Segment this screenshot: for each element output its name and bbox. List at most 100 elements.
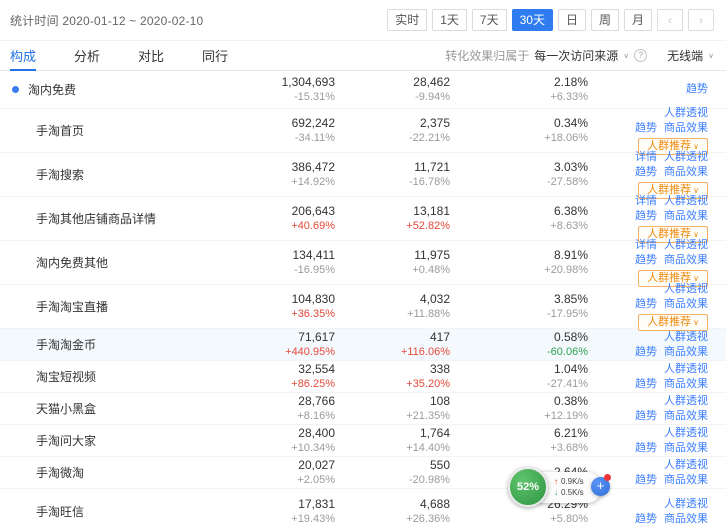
trend-link[interactable]: 趋势 [635, 442, 657, 454]
trend-link[interactable]: 趋势 [635, 298, 657, 310]
product-effect-link[interactable]: 商品效果 [664, 298, 708, 310]
audience-insight-link[interactable]: 人群透视 [664, 363, 708, 375]
col1-value: 17,831 [190, 497, 335, 511]
table-row: 淘内免费其他134,411-16.95%11,975+0.48%8.91%+20… [0, 241, 726, 285]
detail-link[interactable]: 详情 [635, 195, 657, 207]
help-icon[interactable]: ? [634, 49, 647, 62]
audience-insight-link[interactable]: 人群透视 [664, 331, 708, 343]
col2-cell: 11,721-16.78% [335, 160, 450, 189]
col2-change: +11.88% [335, 307, 450, 321]
col1-change: +40.69% [190, 219, 335, 233]
source-name-cell: 淘宝短视频 [0, 368, 190, 385]
trend-link[interactable]: 趋势 [686, 83, 708, 95]
tab-peers[interactable]: 同行 [202, 41, 228, 71]
col2-change: +52.82% [335, 219, 450, 233]
audience-insight-link[interactable]: 人群透视 [664, 427, 708, 439]
col1-cell: 28,766+8.16% [190, 394, 335, 423]
col2-change: -9.94% [335, 90, 450, 104]
device-select[interactable]: 无线端 [667, 47, 703, 64]
col1-change: -16.95% [190, 263, 335, 277]
time-button-1d[interactable]: 1天 [432, 9, 467, 31]
product-effect-link[interactable]: 商品效果 [664, 410, 708, 422]
actions-cell: 人群透视趋势商品效果 [588, 426, 726, 456]
time-button-week[interactable]: 周 [591, 9, 619, 31]
date-range: 2020-01-12 ~ 2020-02-10 [62, 14, 203, 28]
audience-insight-link[interactable]: 人群透视 [664, 459, 708, 471]
product-effect-link[interactable]: 商品效果 [664, 378, 708, 390]
action-link-line: 人群透视 [588, 362, 708, 377]
col2-value: 11,975 [335, 248, 450, 262]
trend-link[interactable]: 趋势 [635, 410, 657, 422]
source-name: 手淘淘宝直播 [36, 298, 108, 315]
col3-value: 0.34% [450, 116, 588, 130]
upload-arrow-icon: ↑ [554, 477, 558, 487]
col2-change: +21.35% [335, 409, 450, 423]
time-button-30d[interactable]: 30天 [512, 9, 553, 31]
actions-cell: 人群透视趋势商品效果人群推荐∨ [588, 282, 726, 331]
detail-link[interactable]: 详情 [635, 239, 657, 251]
col1-change: +36.35% [190, 307, 335, 321]
time-button-day[interactable]: 日 [558, 9, 586, 31]
col1-value: 28,766 [190, 394, 335, 408]
product-effect-link[interactable]: 商品效果 [664, 474, 708, 486]
percent-badge[interactable]: 52% [508, 467, 548, 507]
time-button-realtime[interactable]: 实时 [387, 9, 427, 31]
audience-insight-link[interactable]: 人群透视 [664, 498, 708, 510]
time-button-month[interactable]: 月 [624, 9, 652, 31]
col1-change: +440.95% [190, 345, 335, 359]
tabs: 构成 分析 对比 同行 [10, 41, 228, 70]
time-range-button-group: 实时1天7天30天日周月 ‹ › [387, 9, 714, 31]
trend-link[interactable]: 趋势 [635, 166, 657, 178]
audience-insight-link[interactable]: 人群透视 [664, 395, 708, 407]
audience-insight-link[interactable]: 人群透视 [664, 195, 708, 207]
detail-link[interactable]: 详情 [635, 151, 657, 163]
chevron-down-icon[interactable]: ∨ [708, 51, 714, 59]
trend-link[interactable]: 趋势 [635, 122, 657, 134]
notification-dot [604, 474, 611, 481]
download-value: 0.5K/s [561, 488, 584, 498]
action-link-line: 人群透视 [588, 330, 708, 345]
product-effect-link[interactable]: 商品效果 [664, 122, 708, 134]
audience-insight-link[interactable]: 人群透视 [664, 283, 708, 295]
trend-link[interactable]: 趋势 [635, 474, 657, 486]
trend-link[interactable]: 趋势 [635, 378, 657, 390]
col3-value: 3.03% [450, 160, 588, 174]
audience-insight-link[interactable]: 人群透视 [664, 151, 708, 163]
trend-link[interactable]: 趋势 [635, 346, 657, 358]
chevron-down-icon[interactable]: ∨ [623, 51, 629, 59]
audience-insight-link[interactable]: 人群透视 [664, 239, 708, 251]
col3-change: -27.41% [450, 377, 588, 391]
source-name-cell: 手淘微淘 [0, 464, 190, 481]
trend-link[interactable]: 趋势 [635, 513, 657, 525]
product-effect-link[interactable]: 商品效果 [664, 254, 708, 266]
traffic-source-table: 淘内免费1,304,693-15.31%28,462-9.94%2.18%+6.… [0, 71, 726, 527]
action-link-line: 人群透视 [588, 106, 708, 121]
col2-change: +35.20% [335, 377, 450, 391]
product-effect-link[interactable]: 商品效果 [664, 166, 708, 178]
source-select[interactable]: 每一次访问来源 [534, 47, 618, 64]
product-effect-link[interactable]: 商品效果 [664, 513, 708, 525]
col1-value: 32,554 [190, 362, 335, 376]
source-name-cell: 手淘旺信 [0, 503, 190, 520]
trend-link[interactable]: 趋势 [635, 210, 657, 222]
action-link-line: 趋势 [588, 82, 708, 97]
col1-change: +86.25% [190, 377, 335, 391]
col2-value: 4,032 [335, 292, 450, 306]
next-icon[interactable]: › [688, 9, 714, 31]
tab-compare[interactable]: 对比 [138, 41, 164, 71]
product-effect-link[interactable]: 商品效果 [664, 346, 708, 358]
col2-cell: 1,764+14.40% [335, 426, 450, 455]
product-effect-link[interactable]: 商品效果 [664, 210, 708, 222]
col1-value: 71,617 [190, 330, 335, 344]
audience-recommend-button[interactable]: 人群推荐∨ [638, 314, 708, 331]
tab-analysis[interactable]: 分析 [74, 41, 100, 71]
prev-icon[interactable]: ‹ [657, 9, 683, 31]
col3-value: 6.21% [450, 426, 588, 440]
speed-monitor-widget[interactable]: ↑ 0.9K/s ↓ 0.5K/s 52% + [508, 466, 612, 510]
audience-insight-link[interactable]: 人群透视 [664, 107, 708, 119]
product-effect-link[interactable]: 商品效果 [664, 442, 708, 454]
trend-link[interactable]: 趋势 [635, 254, 657, 266]
time-button-7d[interactable]: 7天 [472, 9, 507, 31]
action-link-line: 人群透视 [588, 394, 708, 409]
tab-composition[interactable]: 构成 [10, 41, 36, 71]
